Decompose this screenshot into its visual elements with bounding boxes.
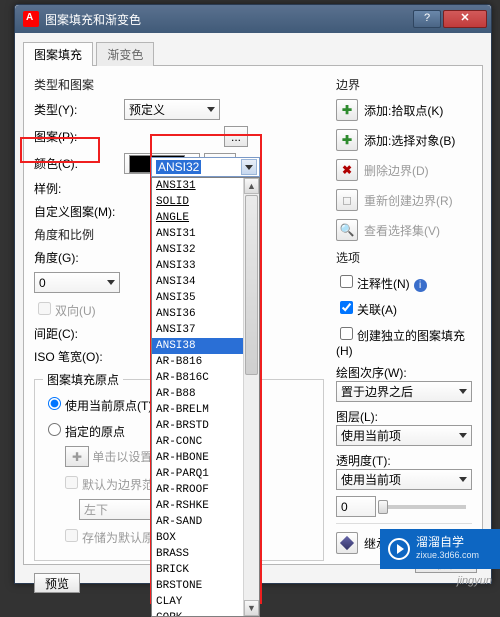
check-annotative[interactable]: 注释性(N)i — [336, 272, 427, 292]
watermark-badge: 溜溜自学 zixue.3d66.com — [380, 529, 500, 569]
heading-options: 选项 — [336, 249, 472, 266]
radio-specified-input[interactable] — [48, 423, 61, 436]
close-button[interactable]: ✕ — [443, 10, 487, 28]
check-independent-box[interactable] — [340, 327, 353, 340]
label-recreate: 重新创建边界(R) — [364, 192, 453, 209]
label-color: 颜色(C): — [34, 155, 124, 172]
pattern-dropdown-field[interactable]: ANSI32 — [151, 157, 260, 177]
slider-thumb[interactable] — [378, 500, 388, 514]
heading-boundary: 边界 — [336, 76, 472, 93]
radio-specified[interactable]: 指定的原点 — [43, 420, 125, 440]
watermark-text: jingyun — [457, 575, 492, 587]
chevron-down-icon — [459, 389, 467, 394]
play-icon — [388, 538, 410, 560]
transparency-value-box[interactable]: 0 — [336, 496, 376, 517]
select-type-value: 预定义 — [129, 101, 165, 118]
plus-icon: ✚ — [342, 103, 352, 117]
heading-origin: 图案填充原点 — [43, 371, 123, 388]
scroll-down-button[interactable]: ▼ — [244, 600, 259, 616]
select-layer[interactable]: 使用当前项 — [336, 425, 472, 446]
tab-hatch[interactable]: 图案填充 — [23, 42, 93, 66]
label-draw-order: 绘图次序(W): — [336, 364, 472, 381]
select-transparency[interactable]: 使用当前项 — [336, 469, 472, 490]
pattern-selected-value: ANSI32 — [156, 160, 201, 174]
info-icon: i — [414, 279, 427, 292]
window-title: 图案填充和渐变色 — [45, 11, 411, 28]
label-view-sel: 查看选择集(V) — [364, 222, 440, 239]
tab-gradient[interactable]: 渐变色 — [96, 42, 154, 66]
radio-use-current-input[interactable] — [48, 397, 61, 410]
chevron-down-icon — [107, 280, 115, 285]
add-select-button[interactable]: ✚ — [336, 129, 358, 151]
recreate-boundary-button: ◻ — [336, 189, 358, 211]
scroll-up-button[interactable]: ▲ — [244, 178, 259, 194]
pattern-dropdown-list[interactable]: ▲ ▼ ANSI31SOLIDANGLEANSI31ANSI32ANSI33AN… — [151, 177, 260, 617]
check-independent[interactable]: 创建独立的图案填充(H) — [336, 324, 472, 358]
scroll-thumb[interactable] — [245, 195, 258, 375]
chevron-down-icon — [459, 477, 467, 482]
titlebar[interactable]: 图案填充和渐变色 ? ✕ — [15, 5, 491, 33]
combo-angle[interactable]: 0 — [34, 272, 120, 293]
badge-name: 溜溜自学 — [416, 536, 479, 549]
inherit-button[interactable] — [336, 532, 358, 554]
check-double[interactable]: 双向(U) — [34, 299, 96, 319]
chevron-down-icon — [207, 107, 215, 112]
check-assoc[interactable]: 关联(A) — [336, 298, 397, 318]
eyedropper-icon — [340, 536, 354, 550]
badge-url: zixue.3d66.com — [416, 549, 479, 562]
label-add-pick: 添加:拾取点(K) — [364, 102, 443, 119]
check-annotative-box[interactable] — [340, 275, 353, 288]
dialog-body: 图案填充 渐变色 类型和图案 类型(Y): 预定义 图案(P): ... — [15, 33, 491, 583]
remove-boundary-button: ✖ — [336, 159, 358, 181]
view-selection-button: 🔍 — [336, 219, 358, 241]
plus-icon: ✚ — [342, 133, 352, 147]
check-assoc-box[interactable] — [340, 301, 353, 314]
add-pickpoint-button[interactable]: ✚ — [336, 99, 358, 121]
preview-button[interactable]: 预览 — [34, 573, 80, 593]
select-type[interactable]: 预定义 — [124, 99, 220, 120]
x-icon: ✖ — [342, 163, 352, 177]
right-column: 边界 ✚ 添加:拾取点(K) ✚ 添加:选择对象(B) ✖ 删除边界(D) ◻ 重新创建… — [324, 74, 472, 556]
label-iso-pen: ISO 笔宽(O): — [34, 348, 124, 365]
pattern-dropdown: ANSI32 ▲ ▼ ANSI31SOLIDANGLEANSI31ANSI32A… — [151, 157, 260, 617]
label-remove: 删除边界(D) — [364, 162, 429, 179]
label-add-select: 添加:选择对象(B) — [364, 132, 455, 149]
label-layer: 图层(L): — [336, 408, 472, 425]
pattern-browse-button[interactable]: ... — [224, 126, 248, 147]
origin-pick-button: ✚ — [65, 446, 89, 467]
label-spacing: 间距(C): — [34, 325, 124, 342]
check-double-box[interactable] — [38, 302, 51, 315]
app-icon — [23, 11, 39, 27]
transparency-slider[interactable] — [382, 505, 466, 509]
radio-use-current[interactable]: 使用当前原点(T) — [43, 394, 152, 414]
select-draw-order[interactable]: 置于边界之后 — [336, 381, 472, 402]
dialog-window: 图案填充和渐变色 ? ✕ 图案填充 渐变色 类型和图案 类型(Y): 预定义 图… — [14, 4, 492, 584]
label-type: 类型(Y): — [34, 101, 124, 118]
label-sample: 样例: — [34, 180, 124, 197]
tabstrip: 图案填充 渐变色 — [23, 41, 483, 65]
combo-angle-value: 0 — [39, 276, 46, 290]
scrollbar[interactable]: ▲ ▼ — [243, 178, 259, 616]
label-pattern: 图案(P): — [34, 128, 124, 145]
help-button[interactable]: ? — [413, 10, 441, 28]
chevron-down-icon — [245, 165, 253, 170]
label-custom-pattern: 自定义图案(M): — [34, 203, 124, 220]
heading-type-pattern: 类型和图案 — [34, 76, 324, 93]
chevron-down-icon — [459, 433, 467, 438]
dropdown-arrow-button[interactable] — [241, 159, 257, 175]
label-angle: 角度(G): — [34, 249, 124, 266]
label-transparency: 透明度(T): — [336, 452, 472, 469]
